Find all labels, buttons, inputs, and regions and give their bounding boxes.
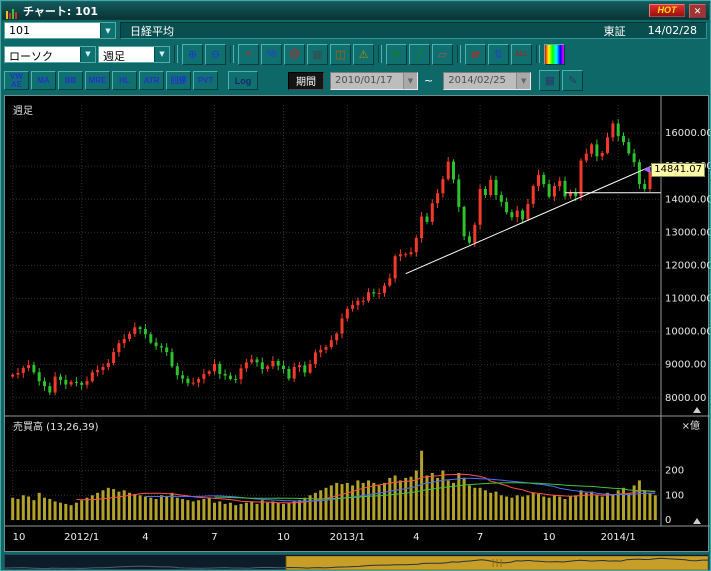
crosshair-button[interactable]: + (238, 44, 259, 65)
svg-text:10: 10 (543, 532, 556, 543)
svg-text:10000.00: 10000.00 (665, 327, 710, 338)
callout-button[interactable]: @ (284, 44, 305, 65)
toolbar-separator (536, 45, 540, 63)
mre-button[interactable]: MRE (85, 71, 110, 90)
edit-range-button[interactable]: ✎ (562, 70, 583, 91)
alert-button[interactable]: ⚠ (353, 44, 374, 65)
draw-line-button[interactable]: ╱ (409, 44, 430, 65)
bb-button[interactable]: BB (58, 71, 83, 90)
main-toolbar: ローソク ▼ 週足 ▼ ⊕⊖ +%@▦◫⚠ ✎╱▱ ⇄⇅ALL (2, 41, 709, 67)
period-range-button[interactable]: 期間 (288, 72, 324, 90)
show-all-button[interactable]: ALL (511, 44, 532, 65)
svg-text:9000.00: 9000.00 (665, 360, 706, 371)
calendar-button[interactable]: ▦ (539, 70, 560, 91)
eraser-button[interactable]: ▱ (432, 44, 453, 65)
chart-area[interactable]: 16000.00 15000.00 14000.00 13000.00 12000.00… (4, 95, 709, 552)
svg-text:8000.00: 8000.00 (665, 393, 706, 404)
chevron-down-icon[interactable]: ▼ (154, 47, 169, 62)
svg-text:100: 100 (665, 490, 684, 501)
compare-button[interactable]: % (261, 44, 282, 65)
range-from-value: 2010/01/17 (331, 73, 403, 89)
chart-type-value: ローソク (5, 47, 80, 62)
chart-type-select[interactable]: ローソク ▼ (4, 46, 96, 63)
svg-text:0: 0 (665, 515, 671, 526)
extra-button-bar: ▦✎ (539, 70, 583, 91)
svg-text:11000.00: 11000.00 (665, 294, 710, 305)
chevron-down-icon[interactable]: ▼ (80, 47, 95, 62)
svg-text:14000.00: 14000.00 (665, 194, 710, 205)
symbol-code-select[interactable]: 101 ▼ (4, 22, 116, 39)
pvt-button[interactable]: PVT (193, 71, 218, 90)
chevron-down-icon[interactable]: ▼ (403, 73, 417, 89)
svg-text:2014/1: 2014/1 (601, 532, 636, 543)
svg-text:10: 10 (277, 532, 290, 543)
toolbar-separator (174, 45, 178, 63)
quote-date-label: 14/02/28 (648, 24, 697, 37)
svg-text:4: 4 (142, 532, 148, 543)
log-scale-button[interactable]: Log (228, 71, 258, 90)
range-from-select[interactable]: 2010/01/17 ▼ (330, 72, 418, 90)
range-to-value: 2014/02/25 (444, 73, 516, 89)
svg-text:7: 7 (211, 532, 217, 543)
indicator-button-bar: VW AEMABBMREHLATR回帰PVT (4, 71, 218, 90)
toolbar-separator (457, 45, 461, 63)
timeframe-select[interactable]: 週足 ▼ (98, 46, 170, 63)
symbol-row: 101 ▼ 日経平均 東証 14/02/28 (2, 20, 709, 41)
chart-app-icon (5, 5, 19, 17)
scale-horizontal-button[interactable]: ⇄ (465, 44, 486, 65)
range-to-select[interactable]: 2014/02/25 ▼ (443, 72, 531, 90)
chevron-down-icon[interactable]: ▼ (516, 73, 530, 89)
hl-button[interactable]: HL (112, 71, 137, 90)
chart-navigator[interactable] (4, 554, 709, 570)
svg-text:2012/1: 2012/1 (64, 532, 99, 543)
candlestick-chart[interactable]: 16000.00 15000.00 14000.00 13000.00 12000.00… (5, 96, 710, 553)
palette-button[interactable] (544, 44, 565, 65)
atr-button[interactable]: ATR (139, 71, 164, 90)
svg-text:15000.00: 15000.00 (665, 161, 710, 172)
svg-text:16000.00: 16000.00 (665, 128, 710, 139)
zoom-in-button[interactable]: ⊕ (182, 44, 203, 65)
symbol-code-value: 101 (5, 23, 100, 38)
toolbar-separator (230, 45, 234, 63)
svg-text:7: 7 (477, 532, 483, 543)
ma-button[interactable]: MA (31, 71, 56, 90)
toolbar-separator (378, 45, 382, 63)
timeframe-value: 週足 (99, 47, 154, 62)
close-button[interactable]: ✕ (689, 4, 706, 18)
svg-text:4: 4 (413, 532, 419, 543)
svg-text:2013/1: 2013/1 (330, 532, 365, 543)
kaiki-button[interactable]: 回帰 (166, 71, 191, 90)
titlebar[interactable]: チャート: 101 HOT ✕ (2, 2, 709, 20)
vw-ae-button[interactable]: VW AE (4, 71, 29, 90)
navigator-overview[interactable] (5, 556, 708, 570)
svg-text:13000.00: 13000.00 (665, 227, 710, 238)
draw-pencil-button[interactable]: ✎ (386, 44, 407, 65)
exchange-label: 東証 (604, 23, 626, 39)
scale-vertical-button[interactable]: ⇅ (488, 44, 509, 65)
icon-button-bar: ⊕⊖ +%@▦◫⚠ ✎╱▱ ⇄⇅ALL (182, 44, 565, 65)
chart-window: チャート: 101 HOT ✕ 101 ▼ 日経平均 東証 14/02/28 ロ… (0, 0, 711, 571)
indicator-toolbar: VW AEMABBMREHLATR回帰PVT Log 期間 2010/01/17… (2, 67, 709, 94)
svg-text:200: 200 (665, 466, 684, 477)
zoom-out-button[interactable]: ⊖ (205, 44, 226, 65)
svg-text:10: 10 (13, 532, 26, 543)
range-tilde: ~ (424, 74, 433, 87)
svg-text:12000.00: 12000.00 (665, 260, 710, 271)
symbol-name-panel: 日経平均 東証 14/02/28 (120, 22, 707, 39)
grid-view-button[interactable]: ▦ (307, 44, 328, 65)
chevron-down-icon[interactable]: ▼ (100, 23, 115, 38)
multi-frame-button[interactable]: ◫ (330, 44, 351, 65)
symbol-name: 日経平均 (130, 23, 174, 39)
window-title: チャート: 101 (23, 3, 98, 19)
hot-button[interactable]: HOT (649, 4, 685, 17)
